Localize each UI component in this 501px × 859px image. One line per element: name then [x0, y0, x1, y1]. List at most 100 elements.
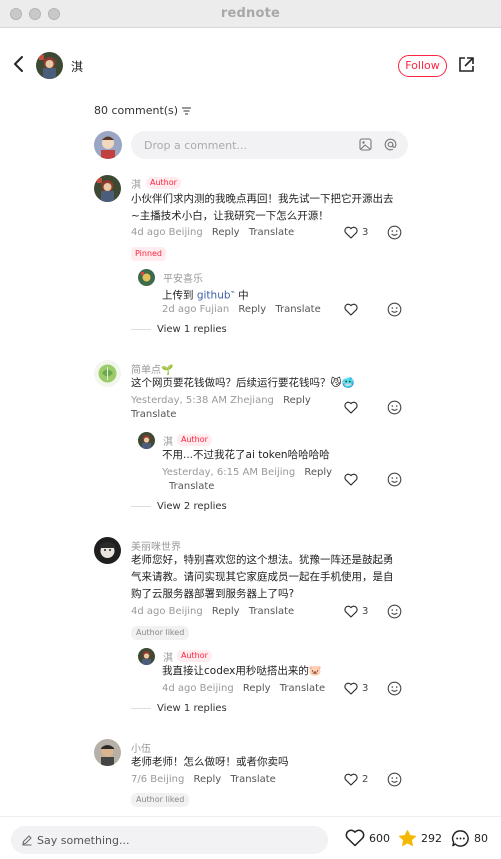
view-replies-label: View 1 replies: [157, 703, 227, 714]
reply-text-pre: 上传到: [162, 289, 194, 302]
reply-text: 我直接让codex用秒哒搭出来的🐷: [162, 665, 322, 677]
reply-time-location: 4d ago Beijing: [162, 683, 234, 694]
reply-button[interactable]: Reply: [212, 227, 240, 238]
window-titlebar: rednote: [0, 0, 501, 28]
comment-text-line: 小伙伴们求内测的我晚点再回！我先试一下把它开源出去: [131, 193, 394, 205]
smile-icon[interactable]: [387, 472, 402, 487]
reply-meta: Yesterday, 6:15 AM Beijing Reply Transla…: [162, 466, 342, 494]
translate-button[interactable]: Translate: [249, 606, 294, 617]
like-count: 3: [362, 606, 369, 617]
commenter-name[interactable]: 小伍: [131, 740, 151, 755]
smile-icon[interactable]: [387, 772, 402, 787]
like-button[interactable]: [344, 473, 358, 486]
reply-button[interactable]: Reply: [238, 304, 266, 315]
comment-time-location: 4d ago Beijing: [131, 227, 203, 238]
translate-button[interactable]: Translate: [230, 774, 275, 785]
post-comment-count: 80: [474, 832, 488, 845]
mention-icon[interactable]: [384, 138, 397, 151]
comment-text-line: 购了云服务器部署到服务器上了吗?: [131, 588, 295, 600]
reply-avatar[interactable]: [138, 648, 155, 665]
author-tag: Author: [177, 434, 212, 446]
smile-icon[interactable]: [387, 681, 402, 696]
reply-time-location: Yesterday, 6:15 AM Beijing: [162, 467, 296, 478]
smile-icon[interactable]: [387, 225, 402, 240]
pinned-badge: Pinned: [131, 247, 167, 261]
like-count: 3: [362, 227, 369, 238]
reply-time-location: 2d ago Fujian: [162, 304, 230, 315]
comment-text-line: 老师您好，特别喜欢您的这个想法。犹豫一阵还是鼓起勇: [131, 554, 394, 566]
say-something-input[interactable]: Say something...: [11, 826, 328, 854]
author-liked-badge: Author liked: [131, 793, 190, 807]
pencil-icon: [22, 835, 32, 846]
reply-button[interactable]: Reply: [304, 467, 332, 478]
reply-button[interactable]: Reply: [283, 395, 311, 406]
heart-icon: [344, 682, 358, 695]
view-replies-button[interactable]: View 1 replies: [131, 703, 227, 714]
post-comment-button[interactable]: 80: [451, 829, 488, 848]
heart-icon: [344, 303, 358, 316]
post-collect-count: 292: [421, 832, 442, 845]
translate-button[interactable]: Translate: [249, 227, 294, 238]
post-header: 淇 Follow: [0, 28, 501, 100]
reply-name[interactable]: 淇: [163, 649, 173, 664]
comment-bubble-icon: [451, 830, 469, 847]
reply-button[interactable]: Reply: [194, 774, 222, 785]
author-avatar[interactable]: [36, 52, 63, 79]
reply-text-post: 中: [238, 289, 249, 302]
post-like-count: 600: [369, 831, 390, 845]
reply-avatar[interactable]: [138, 269, 155, 286]
reply-avatar[interactable]: [138, 432, 155, 449]
heart-icon: [344, 473, 358, 486]
say-something-placeholder: Say something...: [37, 834, 130, 847]
post-like-button[interactable]: 600: [345, 829, 390, 847]
translate-button[interactable]: Translate: [169, 481, 214, 492]
comment-count-label: 80 comment(s): [94, 104, 179, 117]
reply-text: 上传到 github⌁ 中: [162, 288, 249, 302]
commenter-name[interactable]: 简单点🌱: [131, 361, 173, 376]
reply-button[interactable]: Reply: [243, 683, 271, 694]
commenter-avatar[interactable]: [94, 739, 121, 766]
like-button[interactable]: 3: [344, 605, 368, 618]
like-button[interactable]: 3: [344, 226, 368, 239]
reply-name[interactable]: 平安喜乐: [163, 270, 203, 285]
image-icon[interactable]: [359, 138, 372, 151]
github-link[interactable]: github: [197, 290, 231, 302]
like-button[interactable]: 3: [344, 682, 368, 695]
commenter-avatar[interactable]: [94, 175, 121, 202]
comment-count[interactable]: 80 comment(s): [94, 104, 192, 117]
commenter-avatar[interactable]: [94, 537, 121, 564]
share-icon[interactable]: [458, 56, 475, 73]
comment-time-location: 7/6 Beijing: [131, 774, 185, 785]
view-replies-label: View 2 replies: [157, 501, 227, 512]
reply-button[interactable]: Reply: [212, 606, 240, 617]
view-replies-button[interactable]: View 2 replies: [131, 501, 227, 512]
translate-button[interactable]: Translate: [280, 683, 325, 694]
back-icon[interactable]: [10, 54, 28, 74]
author-name[interactable]: 淇: [71, 58, 83, 75]
sort-icon[interactable]: [182, 106, 192, 115]
translate-button[interactable]: Translate: [131, 409, 176, 420]
smile-icon[interactable]: [387, 400, 402, 415]
smile-icon[interactable]: [387, 604, 402, 619]
reply-meta: 2d ago Fujian Reply Translate: [162, 303, 321, 317]
reply-text: 不用...不过我花了ai token哈哈哈哈: [162, 449, 330, 461]
comment-input[interactable]: Drop a comment...: [131, 131, 408, 159]
translate-button[interactable]: Translate: [275, 304, 320, 315]
like-button[interactable]: [344, 303, 358, 316]
commenter-avatar[interactable]: [94, 360, 121, 387]
follow-button[interactable]: Follow: [398, 55, 447, 77]
commenter-name[interactable]: 淇: [131, 176, 141, 191]
comment-text-line: ~主播技术小白，让我研究一下怎么开源！: [131, 210, 329, 222]
author-tag: Author: [177, 650, 212, 662]
like-button[interactable]: 2: [344, 773, 368, 786]
view-replies-button[interactable]: View 1 replies: [131, 324, 227, 335]
smile-icon[interactable]: [387, 302, 402, 317]
view-replies-label: View 1 replies: [157, 324, 227, 335]
commenter-name[interactable]: 美丽咪世界: [131, 538, 181, 553]
comment-input-placeholder: Drop a comment...: [144, 139, 247, 152]
like-button[interactable]: [344, 401, 358, 414]
comment-time-location: 4d ago Beijing: [131, 606, 203, 617]
comment-text: 小伙伴们求内测的我晚点再回！我先试一下把它开源出去 ~主播技术小白，让我研究一下…: [131, 191, 394, 225]
post-collect-button[interactable]: 292: [398, 829, 442, 848]
reply-name[interactable]: 淇: [163, 433, 173, 448]
